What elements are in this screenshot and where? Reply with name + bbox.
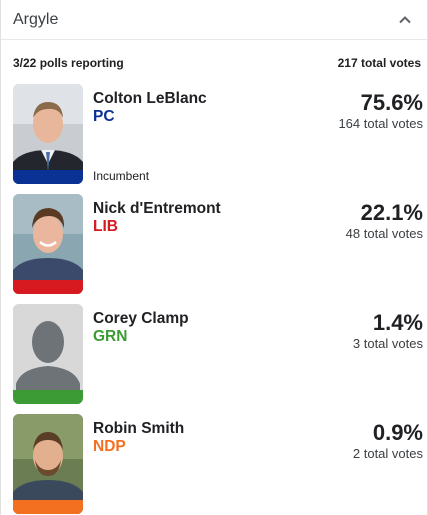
party-label: PC [93,108,115,125]
candidate-row[interactable]: Corey Clamp GRN 1.4% 3 total votes [1,304,427,414]
placeholder-silhouette [13,304,83,404]
candidate-name: Colton LeBlanc [93,90,207,107]
party-label: LIB [93,218,118,235]
vote-count: 2 total votes [352,446,423,461]
vote-percentage: 0.9% [372,420,423,445]
vote-count: 164 total votes [338,116,423,131]
candidate-name: Robin Smith [93,420,185,437]
candidate-photo [13,194,83,294]
candidate-result: 22.1% 48 total votes [346,200,423,242]
party-label: GRN [93,328,128,345]
candidate-photo [13,414,83,514]
party-color-bar [13,500,83,514]
riding-name: Argyle [13,10,59,28]
candidate-row[interactable]: Nick d'Entremont LIB 22.1% 48 total vote… [1,194,427,304]
party-color-bar [13,390,83,404]
candidate-result: 75.6% 164 total votes [338,90,423,132]
candidate-info: Nick d'Entremont LIB [93,200,221,236]
vote-percentage: 1.4% [372,310,423,335]
party-color-bar [13,280,83,294]
vote-percentage: 75.6% [360,90,423,115]
party-color-bar [13,170,83,184]
election-results-panel: Argyle 3/22 polls reporting 217 total vo… [0,0,428,515]
polls-reporting: 3/22 polls reporting [13,56,124,70]
candidate-name: Corey Clamp [93,310,189,327]
chevron-up-icon[interactable] [393,8,417,32]
candidate-info: Corey Clamp GRN [93,310,189,346]
results-summary: 3/22 polls reporting 217 total votes [1,56,427,70]
candidate-name: Nick d'Entremont [93,200,221,217]
riding-header[interactable]: Argyle [1,0,427,40]
candidate-list: Colton LeBlanc PC Incumbent 75.6% 164 to… [1,84,427,515]
candidate-photo [13,84,83,184]
candidate-info: Colton LeBlanc PC [93,90,207,126]
candidate-row[interactable]: Robin Smith NDP 0.9% 2 total votes [1,414,427,515]
candidate-info: Robin Smith NDP [93,420,184,456]
candidate-result: 0.9% 2 total votes [353,420,423,462]
vote-count: 48 total votes [345,226,423,241]
candidate-row[interactable]: Colton LeBlanc PC Incumbent 75.6% 164 to… [1,84,427,194]
incumbent-badge: Incumbent [93,169,150,183]
vote-count: 3 total votes [352,336,423,351]
party-label: NDP [93,438,126,455]
vote-percentage: 22.1% [360,200,423,225]
candidate-result: 1.4% 3 total votes [353,310,423,352]
total-votes: 217 total votes [337,56,421,70]
